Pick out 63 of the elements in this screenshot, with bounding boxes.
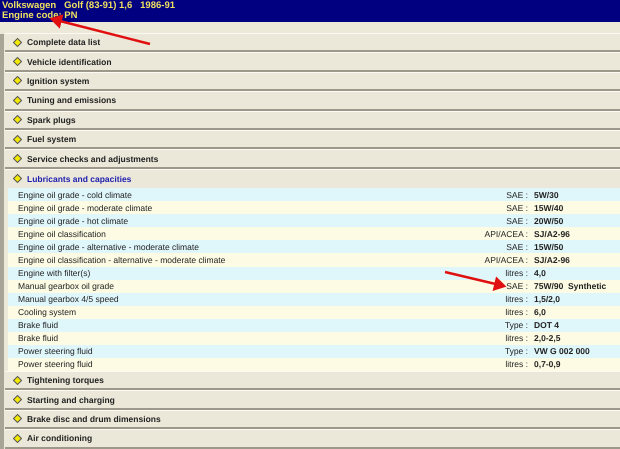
- property-value: 2,0-2,5: [533, 333, 562, 344]
- property-name: Engine oil grade - cold climate: [17, 190, 133, 200]
- section-header[interactable]: Tuning and emissions: [5, 91, 620, 111]
- property-value: 15W/50: [533, 242, 564, 252]
- unit-label: SAE :: [505, 216, 528, 226]
- property-name: Engine oil grade - alternative - moderate climate: [17, 242, 200, 252]
- diamond-icon: [13, 376, 22, 385]
- arrow-drawing: [444, 270, 506, 291]
- property-value: 75W/90 Synthetic: [533, 281, 608, 292]
- property-name: Engine oil classification - alternative - moderate climate: [17, 254, 226, 265]
- unit-label: API/ACEA :: [484, 228, 528, 239]
- vehicle-title: Volkswagen Golf (83-91) 1,6 1986-91: [2, 1, 176, 11]
- property-name: Brake fluid: [17, 333, 60, 344]
- unit-label: litres :: [504, 294, 528, 304]
- unit-label: litres :: [504, 268, 528, 278]
- property-value: SJ/A2-96: [533, 254, 571, 265]
- section-header[interactable]: Air conditioning: [5, 429, 620, 449]
- unit-label: litres :: [504, 333, 528, 344]
- property-name: Engine oil grade - hot climate: [17, 216, 130, 226]
- unit-label: SAE :: [505, 202, 528, 213]
- diamond-icon: [13, 154, 22, 164]
- property-value: 4,0: [533, 268, 547, 278]
- unit-label: litres :: [504, 307, 528, 318]
- diamond-icon: [13, 434, 22, 443]
- property-value: 0,7-0,9: [533, 359, 562, 370]
- property-value: 15W/40: [533, 202, 564, 213]
- diamond-icon: [13, 134, 22, 144]
- section-header[interactable]: Fuel system: [5, 130, 620, 150]
- property-value: 1,5/2,0: [533, 294, 561, 304]
- unit-label: litres :: [504, 359, 528, 370]
- unit-label: API/ACEA :: [484, 254, 528, 265]
- property-name: Brake fluid: [17, 320, 60, 330]
- unit-label: Type :: [504, 320, 528, 330]
- property-value: 5W/30: [533, 190, 560, 200]
- unit-label: Type :: [504, 346, 528, 356]
- section-header[interactable]: Vehicle identification: [5, 52, 620, 72]
- section-header[interactable]: Ignition system: [5, 72, 620, 92]
- section-header[interactable]: Spark plugs: [5, 110, 620, 130]
- property-name: Manual gearbox oil grade: [17, 281, 115, 292]
- property-name: Engine with filter(s): [17, 268, 92, 278]
- section-header[interactable]: Brake disc and drum dimensions: [5, 410, 620, 430]
- property-name: Power steering fluid: [17, 359, 94, 370]
- property-name: Engine oil grade - moderate climate: [17, 202, 154, 213]
- property-value: 6,0: [533, 307, 547, 318]
- diamond-icon: [13, 115, 22, 124]
- section-header[interactable]: Tightening torques: [5, 371, 620, 390]
- property-name: Cooling system: [17, 307, 78, 318]
- property-value: SJ/A2-96: [533, 228, 571, 239]
- unit-label: SAE :: [505, 281, 528, 292]
- diamond-icon: [13, 38, 22, 47]
- property-value: VW G 002 000: [533, 346, 591, 356]
- unit-label: SAE :: [505, 190, 528, 200]
- section-header[interactable]: Complete data list: [5, 33, 620, 52]
- diamond-icon: [13, 174, 22, 184]
- section-header[interactable]: Starting and charging: [5, 390, 620, 410]
- unit-label: SAE :: [505, 242, 528, 252]
- property-name: Power steering fluid: [17, 346, 94, 356]
- property-value: 20W/50: [533, 216, 564, 226]
- section-header[interactable]: Service checks and adjustments: [5, 149, 620, 169]
- diamond-icon: [13, 96, 22, 105]
- property-name: Engine oil classification: [17, 228, 107, 239]
- property-value: DOT 4: [533, 320, 560, 330]
- property-name: Manual gearbox 4/5 speed: [17, 294, 120, 304]
